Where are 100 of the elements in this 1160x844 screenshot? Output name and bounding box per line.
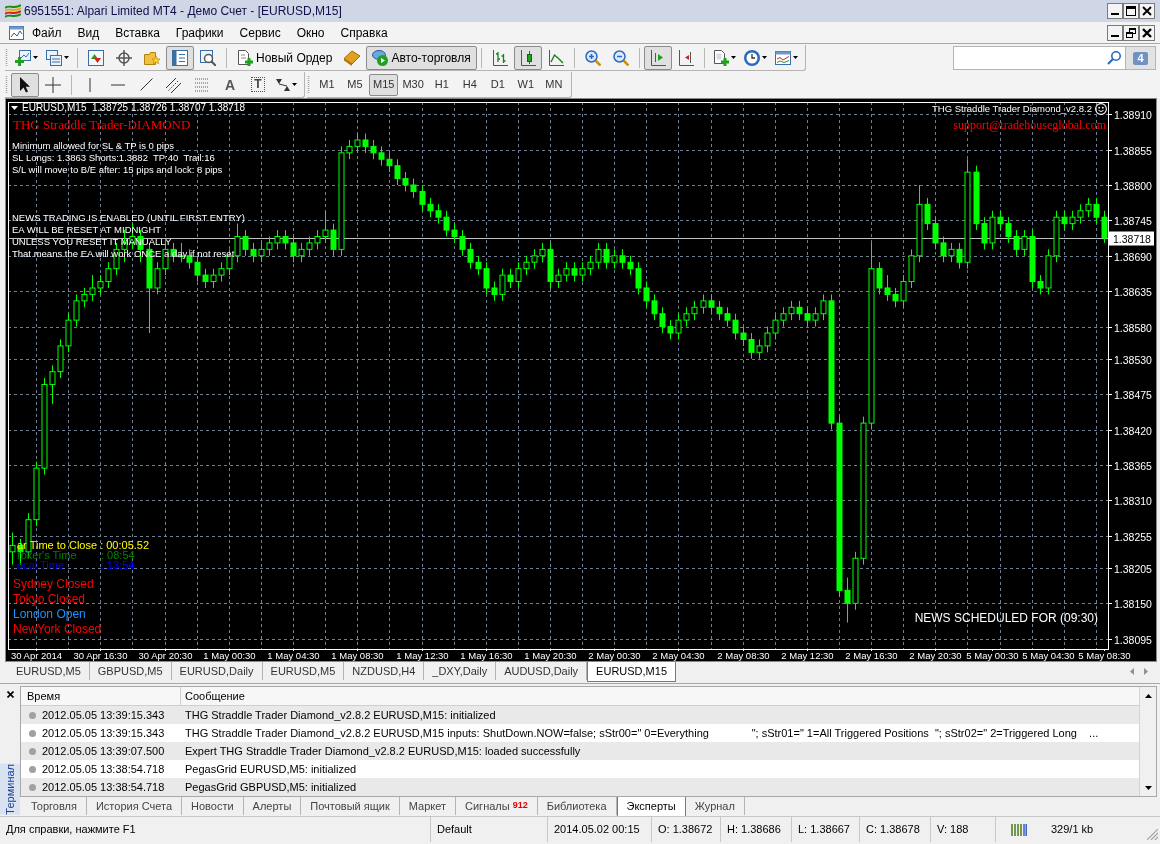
session-status: Tokyo Closed — [13, 592, 86, 607]
document-restore-button[interactable] — [1123, 24, 1139, 41]
vertical-scrollbar[interactable] — [1139, 687, 1156, 796]
timeframe-button[interactable]: D1 — [483, 73, 512, 96]
panel-title: Терминал — [0, 764, 20, 815]
timeframe-button[interactable]: M5 — [341, 73, 369, 96]
chart-tab[interactable]: GBPUSD,M5 — [89, 662, 172, 680]
log-time: 2012.05.05 13:39:07.500 — [42, 743, 165, 759]
bar-chart-icon — [491, 49, 508, 66]
timeframe-button[interactable]: MN — [539, 73, 568, 96]
panel-tab[interactable]: Алерты — [243, 797, 302, 815]
menu-item[interactable]: Вид — [69, 23, 108, 42]
menu-item[interactable]: Вставка — [107, 23, 168, 42]
cursor-tool-button[interactable] — [11, 72, 39, 97]
timeframe-button[interactable]: M1 — [313, 73, 341, 96]
terminal-button[interactable] — [166, 45, 194, 70]
menu-item[interactable]: Файл — [24, 23, 70, 42]
price-axis-label: 1.38855 — [1114, 144, 1152, 157]
quotes-window-icon — [88, 49, 104, 66]
log-row[interactable]: 2012.05.05 13:39:07.500 Expert THG Straddle Trader Diamond_v2.8.2 EURUSD,M15: loaded successfully — [21, 742, 1139, 760]
chart-tab[interactable]: EURUSD,Daily — [171, 662, 263, 680]
chart-tab[interactable]: EURUSD,M15 — [587, 662, 676, 682]
log-time: 2012.05.05 13:38:54.718 — [42, 779, 165, 795]
document-minimize-button[interactable] — [1107, 24, 1123, 41]
timeframe-button[interactable]: H1 — [427, 73, 456, 96]
chart-tab[interactable]: NZDUSD,H4 — [344, 662, 425, 680]
vertical-line-icon — [89, 77, 91, 92]
time-axis-label: 5 May 04:30 — [1022, 650, 1075, 661]
low-price: L: 1.38667 — [791, 817, 859, 842]
status-dot-icon — [29, 711, 36, 719]
menu-item[interactable]: Справка — [332, 23, 396, 42]
caret-icon — [33, 56, 38, 59]
size-grip-icon — [1147, 829, 1158, 840]
log-message: THG Straddle Trader Diamond_v2.8.2 EURUSD,M15: initialized — [184, 707, 496, 723]
candle-chart-button[interactable] — [513, 45, 542, 70]
search-field[interactable] — [953, 46, 1126, 70]
panel-tab[interactable]: Маркет — [399, 797, 457, 815]
minimize-icon — [1111, 34, 1119, 37]
panel-tab[interactable]: Почтовый ящик — [301, 797, 400, 815]
axis-arrow-left-icon — [677, 49, 694, 66]
crosshair-circle-icon — [116, 49, 132, 66]
scroll-right-icon — [1144, 667, 1148, 675]
expert-setting-line: Minimum allowed for SL & TP is 0 pips — [12, 141, 174, 151]
panel-tab[interactable]: Торговля — [22, 797, 87, 815]
menu-item[interactable]: Окно — [288, 23, 333, 42]
time-axis-label: 1 May 20:30 — [524, 650, 577, 661]
timeframe-button[interactable]: M30 — [398, 73, 428, 96]
arrows-icon — [276, 77, 290, 92]
new-order-button[interactable]: Новый Ордер — [231, 45, 339, 70]
dropdown-triangle-icon — [11, 106, 18, 110]
log-row[interactable]: 2012.05.05 13:39:15.343 THG Straddle Trader Diamond_v2.8.2 EURUSD,M15: initialized — [21, 706, 1139, 724]
channel-icon — [166, 76, 182, 93]
column-header[interactable]: Сообщение — [181, 687, 1139, 705]
panel-tab[interactable]: Библиотека — [537, 797, 617, 815]
timeframe-button[interactable]: W1 — [511, 73, 540, 96]
scroll-left-icon — [1130, 667, 1134, 675]
minimize-icon — [1111, 13, 1119, 15]
log-message: THG Straddle Trader Diamond_v2.8.2 EURUSD,M15 inputs: ShutDown.NOW=false; sStr00=" 0=Everything "; sStr01=" 1=All Triggered Positions "; sStr02=" 2=Triggered Long ... — [184, 725, 1099, 741]
price-axis-label: 1.38420 — [1114, 424, 1152, 437]
menu-item[interactable]: Сервис — [231, 23, 289, 42]
panel-tab[interactable]: Сигналы 912 — [456, 797, 538, 815]
log-row[interactable]: 2012.05.05 13:38:54.718 PegasGrid GBPUSD,M5: initialized — [21, 778, 1139, 796]
clock-line: ocal Time : 13:54 — [17, 560, 135, 570]
help-text: Для справки, нажмите F1 — [5, 822, 137, 838]
time-axis-label: 1 May 12:30 — [396, 650, 449, 661]
log-message: PegasGrid EURUSD,M5: initialized — [184, 761, 357, 777]
grip-icon — [5, 48, 8, 67]
chart-tab[interactable]: EURUSD,M5 — [8, 662, 90, 680]
chart-tab[interactable]: _DXY,Daily — [424, 662, 497, 680]
menu-item[interactable]: Графики — [167, 23, 232, 42]
close-panel-button[interactable] — [4, 688, 16, 700]
price-axis-label: 1.38530 — [1114, 353, 1152, 366]
status-dot-icon — [29, 729, 36, 737]
maximize-button[interactable] — [1123, 3, 1139, 19]
list-window-icon — [172, 49, 188, 66]
expert-title: THG Straddle Trader-DIAMOND — [13, 117, 191, 133]
caret-icon — [292, 83, 297, 86]
status-dot-icon — [29, 747, 36, 755]
document-close-button[interactable] — [1139, 24, 1155, 41]
session-status: Sydney Closed — [13, 577, 94, 592]
text-tool-button[interactable]: A — [216, 72, 244, 97]
timeframe-button[interactable]: H4 — [455, 73, 484, 96]
autotrading-button[interactable]: Авто-торговля — [366, 45, 477, 70]
timeframe-button[interactable]: M15 — [369, 73, 399, 96]
document-window-icon — [9, 25, 24, 40]
session-status: London Open — [13, 607, 86, 622]
close-price: C: 1.38678 — [859, 817, 930, 842]
close-button[interactable] — [1139, 3, 1155, 19]
panel-tab[interactable]: Новости — [182, 797, 244, 815]
column-header[interactable]: Время — [21, 687, 181, 705]
stacked-windows-icon — [46, 49, 62, 66]
price-axis-label: 1.38255 — [1114, 530, 1152, 543]
minimize-button[interactable] — [1107, 3, 1123, 19]
label-tool-button[interactable]: T — [244, 72, 272, 97]
panel-tab[interactable]: Эксперты — [616, 797, 686, 817]
chart-tab[interactable]: EURUSD,M5 — [262, 662, 345, 680]
panel-tab[interactable]: Журнал — [685, 797, 745, 815]
panel-tab[interactable]: История Счета — [86, 797, 182, 815]
autoscroll-button[interactable] — [643, 45, 672, 70]
window-magnifier-icon — [200, 49, 216, 66]
